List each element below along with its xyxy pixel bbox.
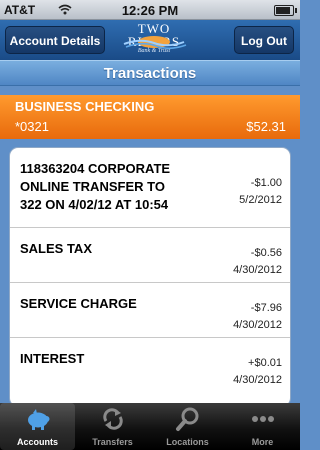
navigation-bar: Account Details TWO RIVERS Bank & Trust … [0,20,300,60]
account-name: BUSINESS CHECKING [15,99,155,114]
bank-logo: TWO RIVERS Bank & Trust [118,22,190,58]
tab-label: Locations [166,437,209,447]
transaction-description: SALES TAX [20,241,92,256]
tab-label: Transfers [92,437,133,447]
transaction-description: 118363204 CORPORATE ONLINE TRANSFER TO 3… [20,161,171,212]
tab-transfers[interactable]: Transfers [75,403,150,450]
transaction-description: SERVICE CHARGE [20,296,137,311]
piggy-bank-icon [28,409,50,430]
tab-label: Accounts [16,437,58,447]
transaction-amount: -$1.00 [250,177,282,189]
transaction-list[interactable]: 118363204 CORPORATE ONLINE TRANSFER TO 3… [9,147,291,407]
transaction-row[interactable]: SERVICE CHARGE -$7.96 4/30/2012 [10,283,290,338]
account-details-button[interactable]: Account Details [5,26,105,54]
tab-bar: Accounts Transfers Locations More [0,403,300,450]
transaction-date: 4/30/2012 [233,264,282,276]
transaction-row[interactable]: SALES TAX -$0.56 4/30/2012 [10,228,290,283]
transfer-arrows-icon [103,408,123,430]
transaction-date: 4/30/2012 [233,374,282,386]
more-dots-icon [252,416,274,422]
status-time: 12:26 PM [121,3,179,18]
account-balance: $52.31 [246,119,286,134]
tab-label: More [251,437,274,447]
account-number: *0321 [15,119,49,134]
magnifier-icon [176,407,199,431]
tab-accounts[interactable]: Accounts [0,403,75,450]
transaction-date: 4/30/2012 [233,319,282,331]
tab-more[interactable]: More [225,403,300,450]
logo-wave-icon [123,36,187,50]
account-summary[interactable]: BUSINESS CHECKING *0321 $52.31 [0,95,300,139]
transaction-amount: -$7.96 [250,302,282,314]
log-out-button[interactable]: Log Out [234,26,294,54]
transaction-description: INTEREST [20,351,85,366]
transaction-row[interactable]: 118363204 CORPORATE ONLINE TRANSFER TO 3… [10,148,290,228]
transaction-amount: +$0.01 [248,357,282,369]
page-title: Transactions [0,60,300,86]
transaction-date: 5/2/2012 [239,194,282,206]
battery-icon [274,5,297,16]
transaction-amount: -$0.56 [250,247,282,259]
transaction-row[interactable]: INTEREST +$0.01 4/30/2012 [10,338,290,406]
tab-locations[interactable]: Locations [150,403,225,450]
status-bar: AT&T 12:26 PM [0,0,300,20]
